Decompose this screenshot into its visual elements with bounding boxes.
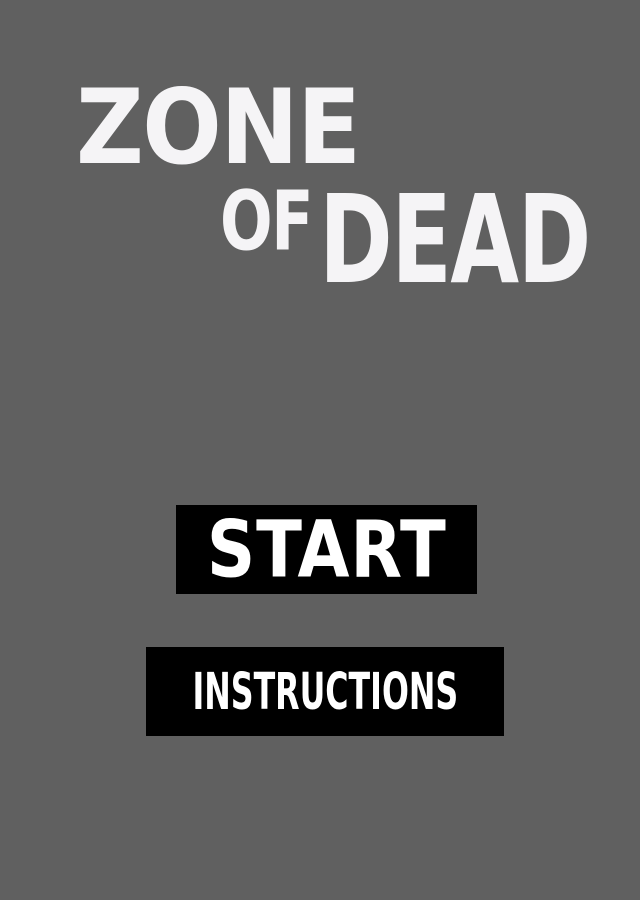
game-title-zone: ZONE (76, 68, 361, 188)
game-title-dead: DEAD (319, 169, 591, 312)
instructions-button-label: INSTRUCTIONS (192, 662, 458, 721)
game-title-of: OF (220, 174, 313, 270)
instructions-button[interactable]: INSTRUCTIONS (146, 647, 504, 736)
start-button-label: START (206, 505, 447, 594)
title-screen: ZONE OF DEAD START INSTRUCTIONS (0, 0, 640, 900)
start-button[interactable]: START (176, 505, 477, 594)
